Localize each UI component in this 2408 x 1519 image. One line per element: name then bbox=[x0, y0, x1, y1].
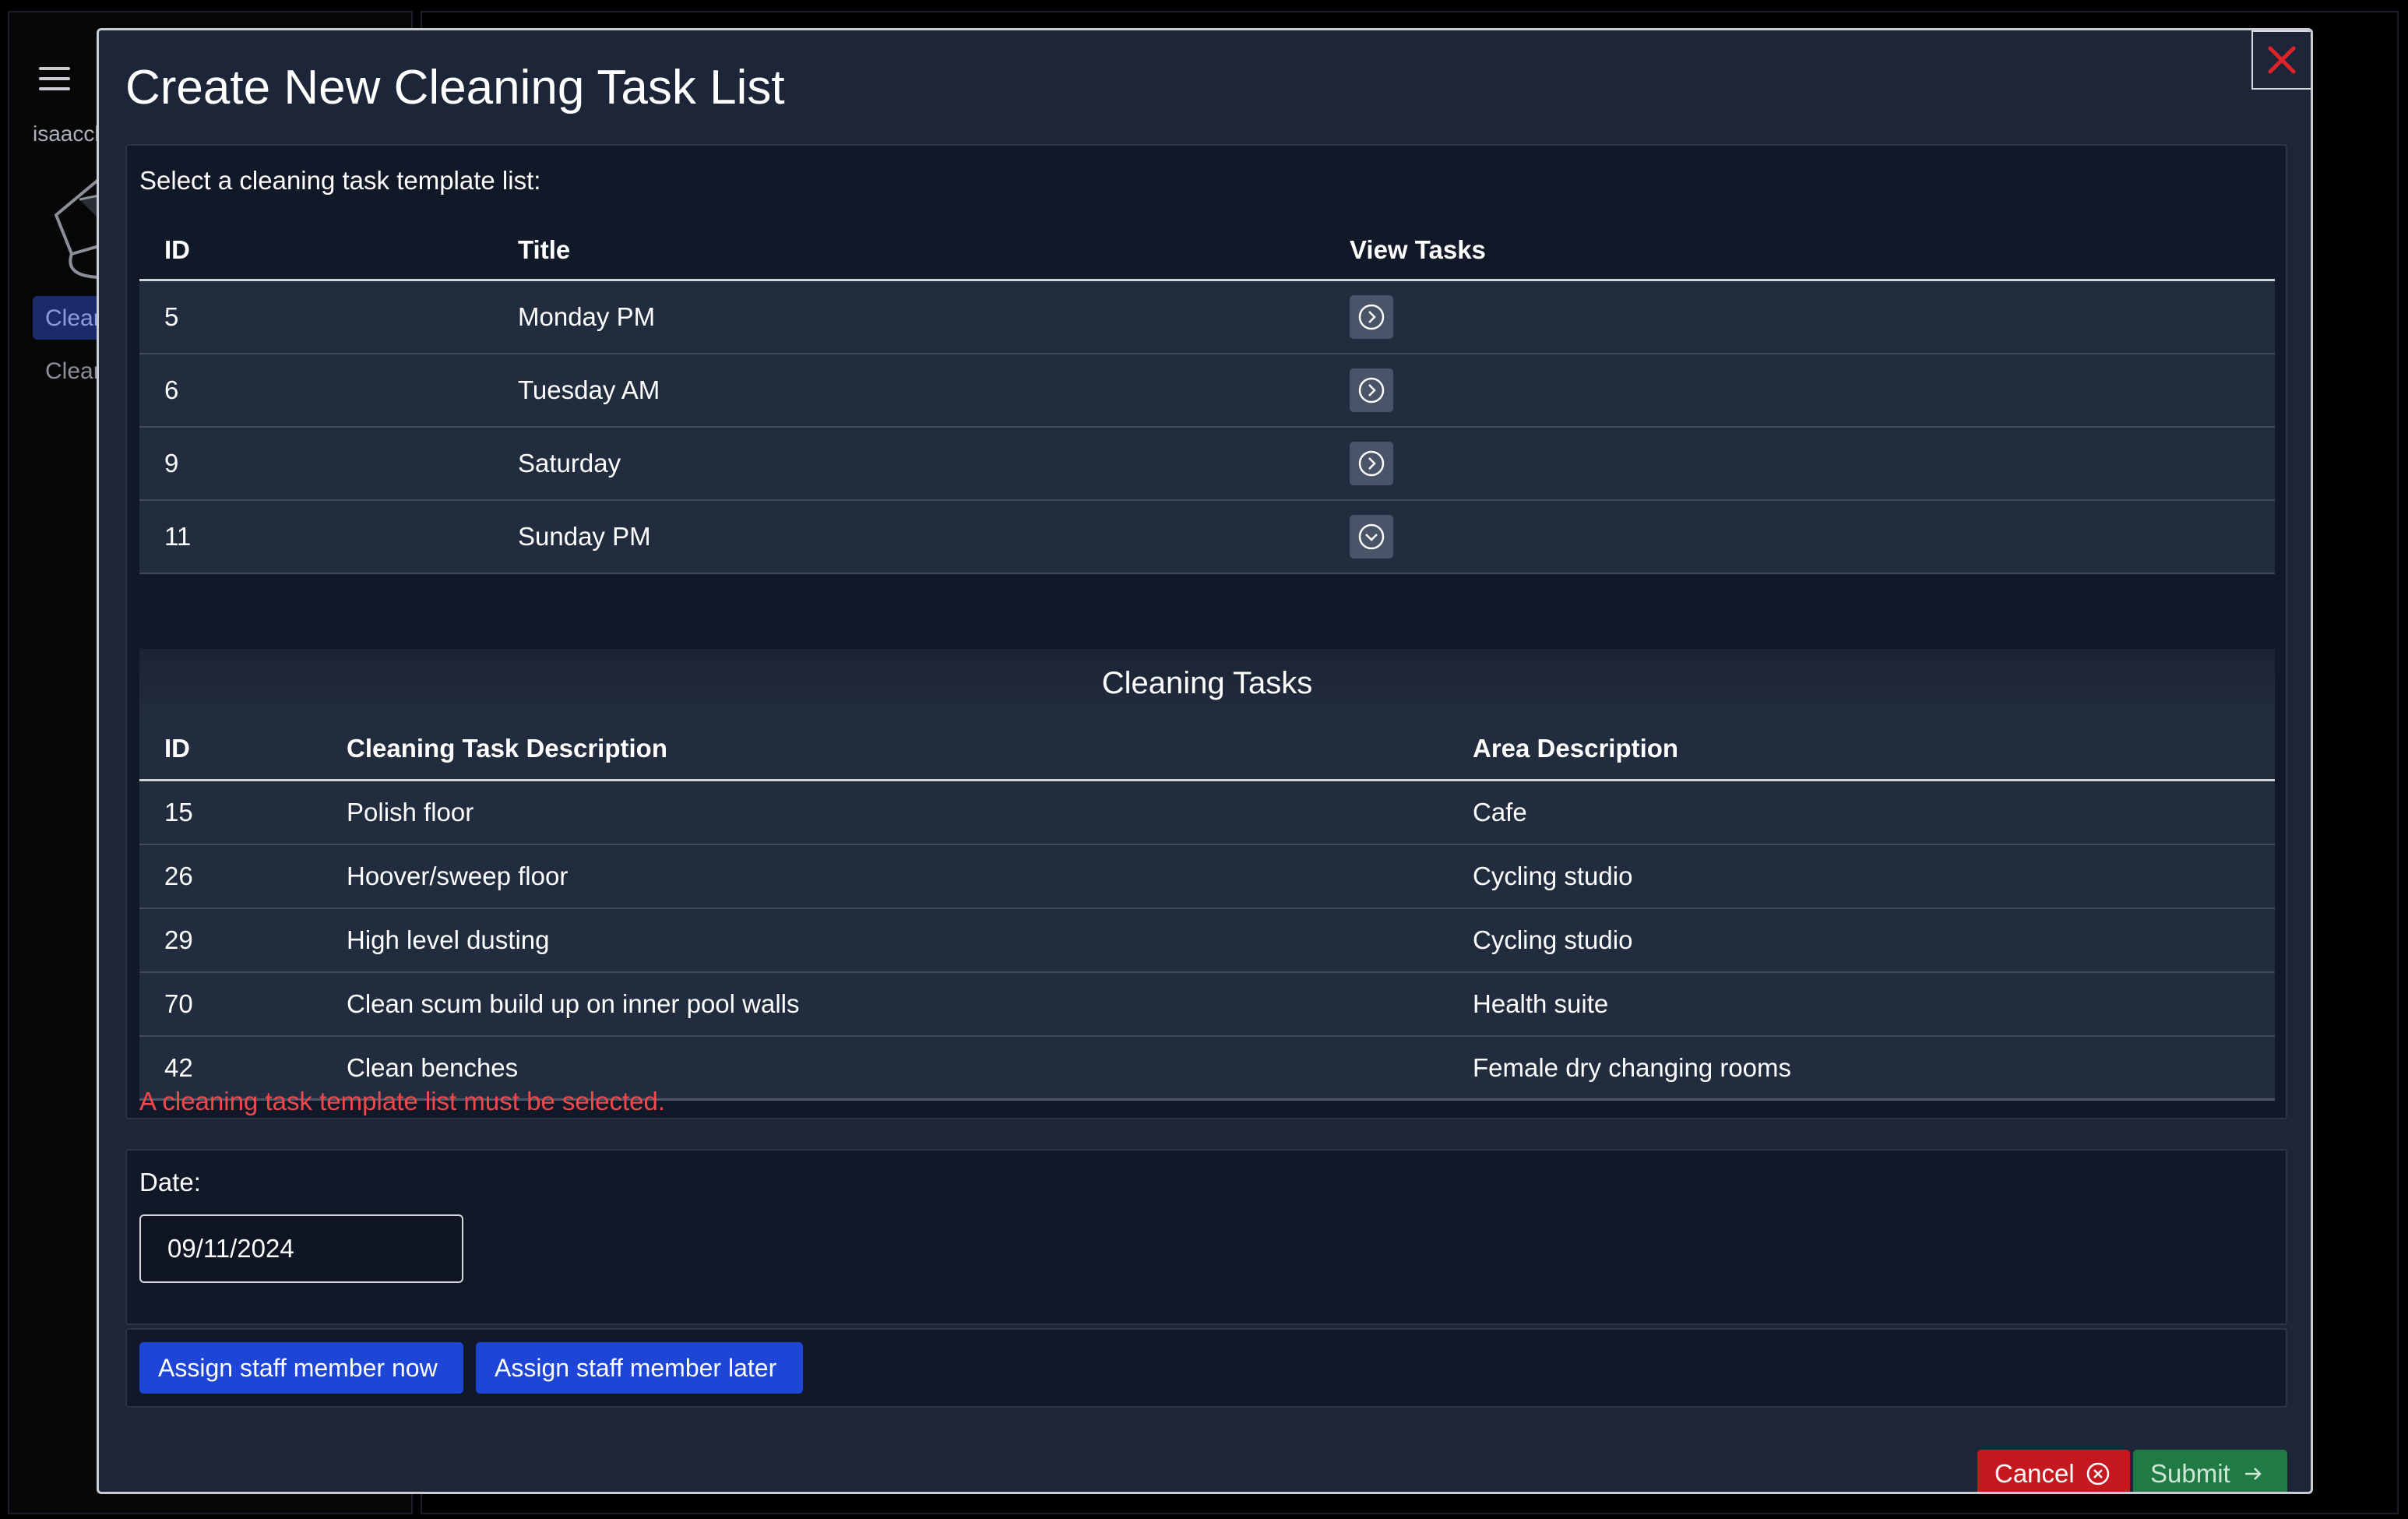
table-row[interactable]: 5 Monday PM bbox=[139, 281, 2275, 354]
arrow-right-icon bbox=[2244, 1468, 2262, 1480]
view-tasks-button[interactable] bbox=[1350, 442, 1393, 485]
task-id: 26 bbox=[164, 862, 193, 890]
hamburger-menu-icon[interactable] bbox=[39, 67, 70, 90]
template-title: Sunday PM bbox=[518, 522, 651, 551]
template-title: Monday PM bbox=[518, 302, 656, 331]
view-tasks-button[interactable] bbox=[1350, 295, 1393, 339]
template-id: 11 bbox=[164, 522, 192, 551]
task-id: 15 bbox=[164, 798, 193, 826]
task-id: 70 bbox=[164, 989, 193, 1018]
table-row: 15 Polish floor Cafe bbox=[139, 781, 2275, 845]
template-prompt: Select a cleaning task template list: bbox=[139, 166, 541, 195]
validation-error: A cleaning task template list must be se… bbox=[139, 1087, 666, 1115]
tasks-table-header: ID Cleaning Task Description Area Descri… bbox=[139, 717, 2275, 781]
cleaning-tasks-caption: Cleaning Tasks bbox=[139, 649, 2275, 717]
header-task-description: Cleaning Task Description bbox=[347, 733, 667, 763]
date-label: Date: bbox=[139, 1168, 201, 1197]
table-row[interactable]: 11 Sunday PM bbox=[139, 501, 2275, 574]
task-id: 29 bbox=[164, 925, 193, 954]
template-id: 5 bbox=[164, 302, 179, 331]
task-area: Health suite bbox=[1473, 989, 1609, 1018]
task-description: High level dusting bbox=[347, 925, 550, 954]
assign-later-button[interactable]: Assign staff member later bbox=[476, 1342, 803, 1394]
chevron-right-circle-icon bbox=[1358, 304, 1385, 330]
close-button[interactable] bbox=[2251, 30, 2311, 90]
chevron-right-circle-icon bbox=[1358, 450, 1385, 477]
table-row[interactable]: 6 Tuesday AM bbox=[139, 354, 2275, 428]
task-description: Polish floor bbox=[347, 798, 474, 826]
cancel-label: Cancel bbox=[1994, 1459, 2075, 1488]
header-view-tasks: View Tasks bbox=[1350, 234, 1486, 264]
header-id: ID bbox=[164, 733, 190, 763]
task-area: Cafe bbox=[1473, 798, 1527, 826]
template-id: 6 bbox=[164, 375, 179, 404]
chevron-right-circle-icon bbox=[1358, 377, 1385, 404]
task-area: Female dry changing rooms bbox=[1473, 1052, 1792, 1082]
submit-label: Submit bbox=[2150, 1459, 2230, 1488]
task-description: Clean benches bbox=[347, 1052, 519, 1082]
date-field[interactable] bbox=[139, 1214, 463, 1283]
close-x-icon bbox=[2268, 46, 2296, 74]
task-area: Cycling studio bbox=[1473, 862, 1633, 890]
modal-title: Create New Cleaning Task List bbox=[125, 61, 785, 115]
username-label: isaaccl bbox=[33, 122, 100, 146]
submit-button[interactable]: Submit bbox=[2133, 1450, 2287, 1492]
template-title: Saturday bbox=[518, 449, 621, 478]
assign-panel: Assign staff member now Assign staff mem… bbox=[125, 1328, 2287, 1408]
table-row: 70 Clean scum build up on inner pool wal… bbox=[139, 973, 2275, 1037]
x-circle-icon bbox=[2086, 1462, 2109, 1486]
cancel-button[interactable]: Cancel bbox=[1977, 1450, 2130, 1492]
table-row: 26 Hoover/sweep floor Cycling studio bbox=[139, 845, 2275, 909]
chevron-down-circle-icon bbox=[1358, 523, 1385, 550]
template-table-header: ID Title View Tasks bbox=[139, 220, 2275, 281]
template-id: 9 bbox=[164, 449, 179, 478]
create-task-list-modal: Create New Cleaning Task List Select a c… bbox=[97, 28, 2313, 1494]
date-panel: Date: bbox=[125, 1149, 2287, 1325]
header-id: ID bbox=[164, 234, 190, 264]
task-area: Cycling studio bbox=[1473, 925, 1633, 954]
task-description: Clean scum build up on inner pool walls bbox=[347, 989, 800, 1018]
template-table: ID Title View Tasks 5 Monday PM 6 Tuesda… bbox=[139, 220, 2275, 574]
task-id: 42 bbox=[164, 1052, 193, 1082]
task-description: Hoover/sweep floor bbox=[347, 862, 569, 890]
template-title: Tuesday AM bbox=[518, 375, 660, 404]
header-title: Title bbox=[518, 234, 571, 264]
template-selection-panel: Select a cleaning task template list: ID… bbox=[125, 144, 2287, 1119]
assign-now-button[interactable]: Assign staff member now bbox=[139, 1342, 463, 1394]
table-row[interactable]: 9 Saturday bbox=[139, 428, 2275, 501]
header-area-description: Area Description bbox=[1473, 733, 1679, 763]
table-row: 29 High level dusting Cycling studio bbox=[139, 909, 2275, 973]
cleaning-tasks-table: Cleaning Tasks ID Cleaning Task Descript… bbox=[139, 649, 2275, 1101]
view-tasks-button[interactable] bbox=[1350, 515, 1393, 559]
view-tasks-button[interactable] bbox=[1350, 368, 1393, 412]
